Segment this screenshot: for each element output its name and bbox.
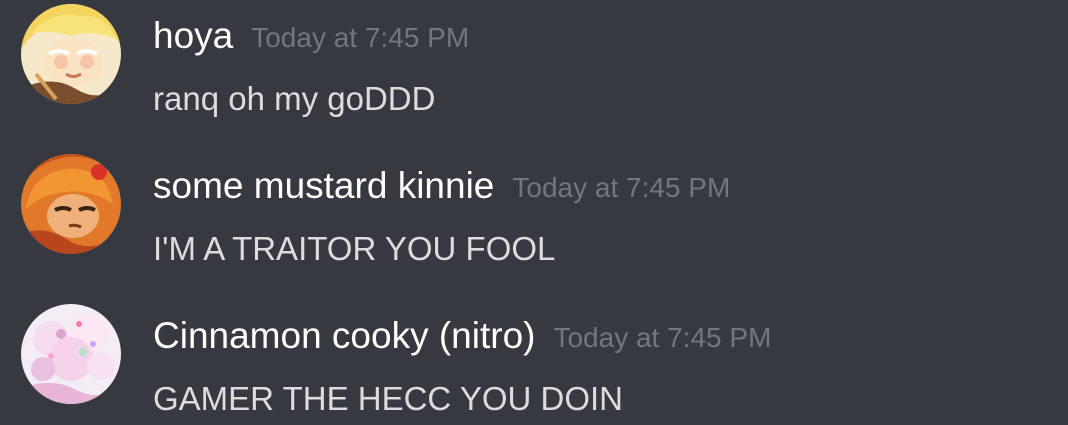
message-timestamp: Today at 7:45 PM [553,322,772,353]
message-group: Cinnamon cooky (nitro) Today at 7:45 PM G… [0,300,1068,420]
user-avatar[interactable] [21,304,121,404]
username-text[interactable]: Cinnamon cooky (nitro) [153,315,535,356]
username[interactable]: Cinnamon cooky (nitro) Today at 7:45 PM [153,314,771,360]
avatar-image-icon [21,4,121,104]
username-text[interactable]: some mustard kinnie [153,165,494,206]
message-timestamp: Today at 7:45 PM [512,172,731,203]
message-group: hoya Today at 7:45 PM ranq oh my goDDD [0,0,1068,120]
username-text[interactable]: hoya [153,15,233,56]
avatar-image-icon [21,154,121,254]
message-content: I'M A TRAITOR YOU FOOL [153,230,556,267]
chat-messages: hoya Today at 7:45 PM ranq oh my goDDD so… [0,0,1068,425]
user-avatar[interactable] [21,154,121,254]
message-group: some mustard kinnie Today at 7:45 PM I'M … [0,150,1068,270]
message-content: ranq oh my goDDD [153,80,436,117]
message-content: GAMER THE HECC YOU DOIN [153,380,624,417]
user-avatar[interactable] [21,4,121,104]
message-timestamp: Today at 7:45 PM [251,22,470,53]
username[interactable]: some mustard kinnie Today at 7:45 PM [153,164,730,210]
avatar-image-icon [21,304,121,404]
username[interactable]: hoya Today at 7:45 PM [153,14,469,60]
